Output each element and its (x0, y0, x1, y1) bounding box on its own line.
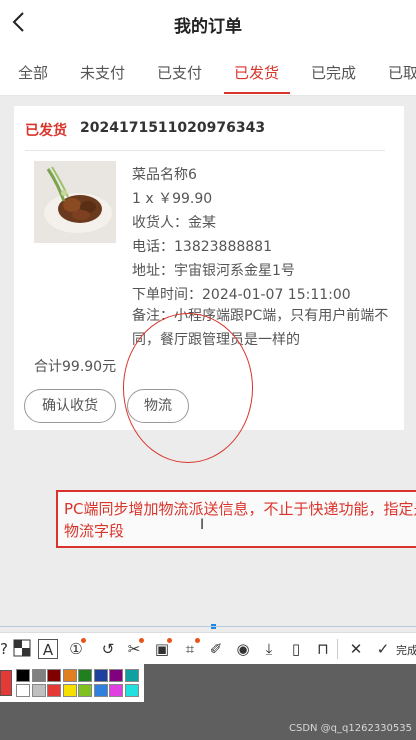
mosaic-icon[interactable] (12, 639, 32, 659)
color-swatch[interactable] (62, 684, 77, 697)
active-dot (81, 638, 86, 643)
tab-shipped[interactable]: 已发货 (234, 62, 279, 83)
color-swatch[interactable] (109, 684, 123, 697)
done-button[interactable]: 完成 (396, 642, 416, 658)
active-tab-indicator (224, 92, 290, 94)
color-swatch[interactable] (16, 684, 30, 697)
palette-area: CSDN @q_q1262330535 (0, 664, 416, 740)
color-swatch[interactable] (31, 684, 46, 697)
receiver: 收货人：金某 (132, 215, 216, 231)
check-icon[interactable]: ✓ (373, 639, 393, 659)
color-swatch[interactable] (47, 684, 61, 697)
undo-icon[interactable]: ↺ (98, 639, 118, 659)
phone: 电话：13823888881 (132, 239, 272, 255)
bookmark-icon[interactable]: ⊓ (313, 639, 333, 659)
address: 地址：宇宙银河系金星1号 (132, 263, 295, 279)
color-swatch[interactable] (47, 669, 61, 682)
color-swatch[interactable] (78, 669, 92, 682)
app-header: 我的订单 (0, 0, 416, 46)
text-tool-icon[interactable]: A (38, 639, 58, 659)
color-swatch[interactable] (124, 684, 139, 697)
quantity-price: 1 x ￥99.90 (132, 191, 213, 207)
dish-name: 菜品名称6 (132, 167, 197, 183)
current-color-swatch[interactable] (0, 670, 12, 696)
dish-image (34, 161, 116, 243)
color-palette (0, 664, 144, 702)
annotation-textbox[interactable]: PC端同步增加物流派送信息，不止于快递功能，指定是物流字段 (56, 490, 416, 548)
close-icon[interactable]: ✕ (346, 639, 366, 659)
active-dot (139, 638, 144, 643)
order-time: 下单时间：2024-01-07 15:11:00 (132, 287, 351, 303)
phone-icon[interactable]: ▯ (286, 639, 306, 659)
tab-completed[interactable]: 已完成 (311, 62, 356, 83)
color-swatch[interactable] (124, 669, 139, 682)
tab-all[interactable]: 全部 (18, 62, 48, 83)
tab-cancelled[interactable]: 已取 (388, 62, 416, 83)
download-icon[interactable]: ⤓ (259, 639, 279, 659)
color-swatch[interactable] (31, 669, 46, 682)
color-swatch[interactable] (78, 684, 92, 697)
order-total: 合计99.90元 (34, 359, 117, 375)
annotation-toolbar: ? A ① ↺ ✂ ▣ ⌗ ✐ ◉ ⤓ ▯ ⊓ ✕ ✓ 完成 (0, 632, 416, 664)
active-dot (195, 638, 200, 643)
selection-border (0, 626, 416, 627)
tab-paid[interactable]: 已支付 (157, 62, 202, 83)
active-dot (167, 638, 172, 643)
record-icon[interactable]: ◉ (233, 639, 253, 659)
divider (25, 150, 385, 151)
page-title: 我的订单 (174, 17, 242, 37)
order-status-tabs: 全部 未支付 已支付 已发货 已完成 已取 (0, 46, 416, 96)
color-swatch[interactable] (93, 684, 108, 697)
color-swatch[interactable] (62, 669, 77, 682)
dish-image-art (34, 161, 116, 243)
annotation-circle (123, 313, 253, 463)
watermark: CSDN @q_q1262330535 (288, 723, 412, 734)
pin-icon[interactable]: ✐ (206, 639, 226, 659)
confirm-receipt-button[interactable]: 确认收货 (24, 389, 116, 423)
order-status: 已发货 (25, 123, 67, 139)
color-swatch[interactable] (109, 669, 123, 682)
tab-unpaid[interactable]: 未支付 (80, 62, 125, 83)
text-cursor-icon: I (200, 517, 205, 533)
toolbar-separator (337, 639, 338, 659)
color-swatch[interactable] (16, 669, 30, 682)
order-number: 2024171511020976343 (80, 120, 266, 136)
color-swatch[interactable] (93, 669, 108, 682)
